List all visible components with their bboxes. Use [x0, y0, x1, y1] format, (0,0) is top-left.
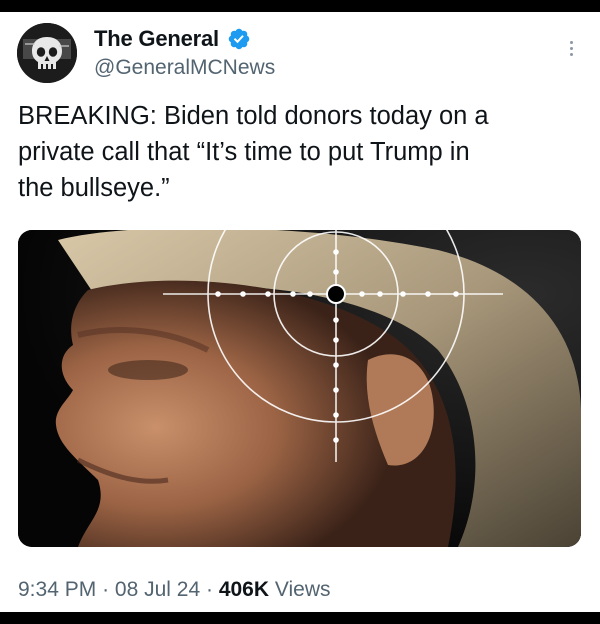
portrait-crosshair-image [18, 230, 581, 547]
author-name-row: The General [94, 26, 251, 52]
views-count[interactable]: 406K [219, 578, 269, 601]
meta-separator: · [205, 578, 213, 601]
author-handle[interactable]: @GeneralMCNews [94, 56, 275, 80]
more-options-icon[interactable] [560, 34, 582, 62]
tweet-date[interactable]: 08 Jul 24 [115, 578, 200, 601]
tweet-meta: 9:34 PM · 08 Jul 24 · 406K Views [18, 578, 331, 602]
tweet-time[interactable]: 9:34 PM [18, 578, 96, 601]
more-dot [569, 40, 573, 44]
author-display-name[interactable]: The General [94, 26, 219, 52]
views-label: Views [274, 578, 331, 601]
meta-separator: · [102, 578, 110, 601]
tweet-card: The General @GeneralMCNews BREAKING: Bid… [0, 12, 600, 612]
skull-emblem-icon [17, 23, 77, 83]
more-dot [569, 52, 573, 56]
tweet-media-image[interactable] [18, 230, 581, 547]
verified-badge-icon [228, 28, 250, 50]
tweet-text: BREAKING: Biden told donors today on a p… [18, 102, 489, 202]
author-avatar[interactable] [17, 23, 77, 83]
more-dot [569, 46, 573, 50]
